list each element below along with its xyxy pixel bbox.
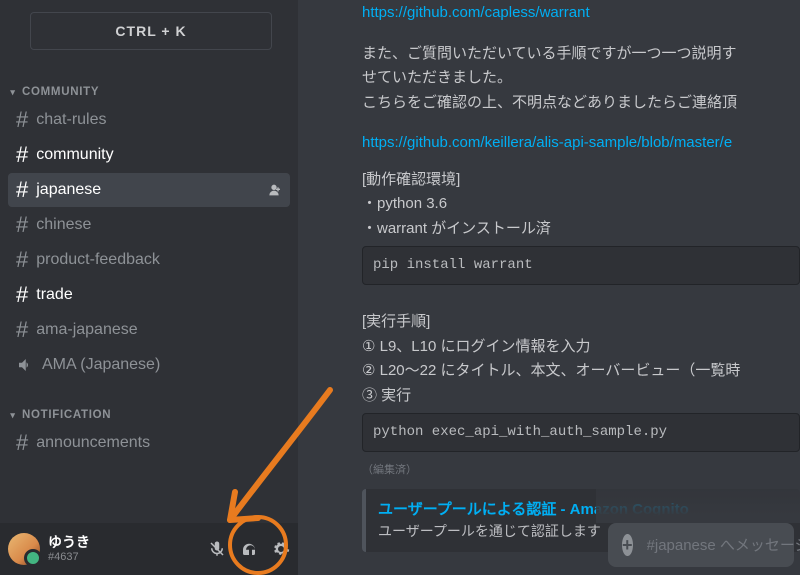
avatar[interactable] [8, 533, 40, 565]
category-community[interactable]: ▾ COMMUNITY [0, 80, 298, 102]
edited-indicator: （編集済） [362, 464, 417, 476]
hash-icon: # [16, 212, 28, 238]
message-input[interactable] [647, 537, 800, 554]
code-block: python exec_api_with_auth_sample.py [362, 413, 800, 452]
embed-title: ユーザープールによる認証 - Amazon Cognito [378, 499, 788, 522]
hash-icon: # [16, 177, 28, 203]
channel-label: ama-japanese [36, 321, 137, 339]
hash-icon: # [16, 317, 28, 343]
channel-label: japanese [36, 181, 101, 199]
message-text: ① L9、L10 にログイン情報を入力 [362, 336, 800, 359]
message-text: こちらをご確認の上、不明点などありましたらご連絡頂 [362, 92, 800, 115]
channel-product-feedback[interactable]: # product-feedback [8, 243, 290, 277]
voice-channel-ama-japanese[interactable]: AMA (Japanese) [8, 348, 290, 382]
channel-label: product-feedback [36, 251, 160, 269]
message-text: また、ご質問いただいている手順ですが一つ一つ説明す [362, 43, 800, 66]
hash-icon: # [16, 430, 28, 456]
user-discriminator: #4637 [48, 551, 90, 563]
code-block: pip install warrant [362, 246, 800, 285]
message-text: ② L20〜22 にタイトル、本文、オーバービュー（一覧時 [362, 360, 800, 383]
message-list[interactable]: https://github.com/capless/warrant また、ご質… [298, 0, 800, 575]
message-text: ・python 3.6 [362, 193, 800, 216]
channel-community[interactable]: # community [8, 138, 290, 172]
channel-label: trade [36, 286, 72, 304]
channel-label: announcements [36, 434, 150, 452]
message-input-bar: + [608, 523, 794, 567]
channel-chat-rules[interactable]: # chat-rules [8, 103, 290, 137]
create-invite-icon[interactable] [266, 182, 282, 198]
hash-icon: # [16, 247, 28, 273]
message-text: [動作確認環境] [362, 169, 800, 192]
message-link[interactable]: https://github.com/capless/warrant [362, 4, 590, 21]
message-text: せていただきました。 [362, 67, 800, 90]
hash-icon: # [16, 282, 28, 308]
chat-main: https://github.com/capless/warrant また、ご質… [298, 0, 800, 575]
channel-japanese[interactable]: # japanese [8, 173, 290, 207]
speaker-icon [16, 356, 34, 374]
message-text: ・warrant がインストール済 [362, 218, 800, 241]
channel-label: community [36, 146, 113, 164]
category-label: NOTIFICATION [22, 409, 111, 421]
attach-plus-icon[interactable]: + [622, 534, 633, 556]
quick-switcher-button[interactable]: CTRL + K [30, 12, 272, 50]
message-link[interactable]: https://github.com/keillera/alis-api-sam… [362, 134, 732, 151]
chevron-down-icon: ▾ [6, 410, 20, 421]
hash-icon: # [16, 107, 28, 133]
message-text: [実行手順] [362, 311, 800, 334]
channel-label: chat-rules [36, 111, 106, 129]
hash-icon: # [16, 142, 28, 168]
channel-ama-japanese[interactable]: # ama-japanese [8, 313, 290, 347]
channel-label: chinese [36, 216, 91, 234]
annotation-arrow-icon [180, 380, 340, 550]
message-text: ③ 実行 [362, 385, 800, 408]
channel-chinese[interactable]: # chinese [8, 208, 290, 242]
chevron-down-icon: ▾ [6, 87, 20, 98]
channel-label: AMA (Japanese) [42, 356, 160, 374]
username: ゆうき [48, 535, 90, 550]
channel-trade[interactable]: # trade [8, 278, 290, 312]
category-label: COMMUNITY [22, 86, 99, 98]
